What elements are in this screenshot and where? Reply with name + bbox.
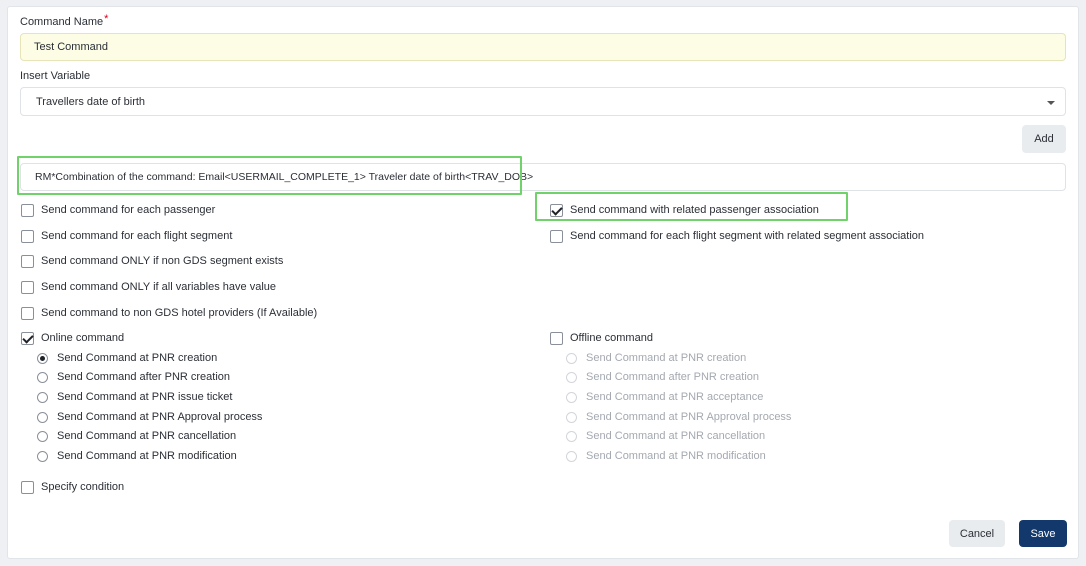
specify-condition-label: Specify condition	[41, 481, 125, 493]
offline-command-label: Offline command	[570, 332, 653, 344]
online-radio-label: Send Command at PNR cancellation	[57, 430, 237, 442]
cancel-button[interactable]: Cancel	[949, 520, 1005, 547]
left-option-checkbox[interactable]	[21, 280, 34, 294]
left-option-checkbox[interactable]	[21, 229, 34, 243]
offline-radio-button	[566, 371, 577, 383]
online-radio-button[interactable]	[37, 352, 48, 364]
left-option-4[interactable]: Send command ONLY if all variables have …	[21, 279, 276, 295]
online-radio-2[interactable]: Send Command after PNR creation	[37, 369, 230, 385]
offline-radio-label: Send Command at PNR acceptance	[586, 391, 764, 403]
left-option-5[interactable]: Send command to non GDS hotel providers …	[21, 305, 317, 321]
left-option-2[interactable]: Send command for each flight segment	[21, 228, 232, 244]
online-radio-1[interactable]: Send Command at PNR creation	[37, 350, 217, 366]
left-option-checkbox[interactable]	[21, 254, 34, 268]
online-radio-label: Send Command at PNR Approval process	[57, 411, 263, 423]
right-option-label: Send command for each flight segment wit…	[570, 230, 925, 242]
left-option-3[interactable]: Send command ONLY if non GDS segment exi…	[21, 253, 283, 269]
command-name-input[interactable]: Test Command	[20, 33, 1066, 61]
offline-radio-button	[566, 430, 577, 442]
online-command-checkbox[interactable]: Online command	[21, 330, 124, 346]
chevron-down-icon	[1047, 101, 1055, 105]
left-option-checkbox[interactable]	[21, 203, 34, 217]
online-radio-5[interactable]: Send Command at PNR cancellation	[37, 428, 236, 444]
specify-condition-checkbox[interactable]: Specify condition	[21, 479, 124, 495]
insert-variable-value: Travellers date of birth	[36, 95, 146, 108]
left-option-label: Send command for each passenger	[41, 204, 216, 216]
offline-radio-label: Send Command after PNR creation	[586, 371, 760, 383]
offline-radio-3: Send Command at PNR acceptance	[566, 389, 763, 405]
offline-radio-6: Send Command at PNR modification	[566, 448, 766, 464]
online-radio-button[interactable]	[37, 411, 48, 423]
left-option-checkbox[interactable]	[21, 306, 34, 320]
online-command-label: Online command	[41, 332, 125, 344]
command-text-value: RM*Combination of the command: Email<USE…	[35, 171, 534, 183]
offline-radio-label: Send Command at PNR Approval process	[586, 411, 792, 423]
online-radio-button[interactable]	[37, 450, 48, 462]
specify-condition-check[interactable]	[21, 480, 34, 494]
online-radio-label: Send Command after PNR creation	[57, 371, 231, 383]
offline-radio-1: Send Command at PNR creation	[566, 350, 746, 366]
online-radio-button[interactable]	[37, 371, 48, 383]
command-name-value: Test Command	[34, 41, 108, 53]
online-radio-label: Send Command at PNR modification	[57, 450, 237, 462]
offline-command-check[interactable]	[550, 331, 563, 345]
left-option-1[interactable]: Send command for each passenger	[21, 202, 215, 218]
command-text-input[interactable]: RM*Combination of the command: Email<USE…	[20, 163, 1066, 191]
offline-radio-5: Send Command at PNR cancellation	[566, 428, 765, 444]
right-option-label: Send command with related passenger asso…	[570, 204, 819, 216]
offline-radio-label: Send Command at PNR cancellation	[586, 430, 766, 442]
save-button[interactable]: Save	[1019, 520, 1067, 547]
left-option-label: Send command ONLY if non GDS segment exi…	[41, 255, 284, 267]
insert-variable-select[interactable]: Travellers date of birth	[20, 87, 1066, 116]
left-option-label: Send command for each flight segment	[41, 230, 233, 242]
offline-radio-label: Send Command at PNR modification	[586, 450, 766, 462]
online-command-check[interactable]	[21, 331, 34, 345]
offline-command-checkbox[interactable]: Offline command	[550, 330, 653, 346]
add-button[interactable]: Add	[1022, 125, 1066, 153]
right-option-2[interactable]: Send command for each flight segment wit…	[550, 228, 924, 244]
offline-radio-button	[566, 411, 577, 423]
command-name-label: Command Name*	[20, 13, 109, 28]
right-option-1[interactable]: Send command with related passenger asso…	[550, 202, 819, 218]
offline-radio-button	[566, 450, 577, 462]
online-radio-4[interactable]: Send Command at PNR Approval process	[37, 409, 262, 425]
required-mark: *	[104, 13, 109, 25]
offline-radio-button	[566, 391, 577, 403]
right-option-checkbox[interactable]	[550, 203, 563, 217]
online-radio-label: Send Command at PNR issue ticket	[57, 391, 233, 403]
left-option-label: Send command ONLY if all variables have …	[41, 281, 276, 293]
online-radio-6[interactable]: Send Command at PNR modification	[37, 448, 237, 464]
online-radio-button[interactable]	[37, 430, 48, 442]
right-option-checkbox[interactable]	[550, 229, 563, 243]
left-option-label: Send command to non GDS hotel providers …	[41, 307, 318, 319]
online-radio-button[interactable]	[37, 391, 48, 403]
offline-radio-4: Send Command at PNR Approval process	[566, 409, 791, 425]
online-radio-label: Send Command at PNR creation	[57, 352, 218, 364]
online-radio-3[interactable]: Send Command at PNR issue ticket	[37, 389, 232, 405]
offline-radio-2: Send Command after PNR creation	[566, 369, 759, 385]
command-form-card: Command Name* Test Command Insert Variab…	[7, 6, 1079, 559]
insert-variable-label: Insert Variable	[20, 70, 91, 82]
offline-radio-button	[566, 352, 577, 364]
command-name-label-text: Command Name	[20, 16, 104, 28]
offline-radio-label: Send Command at PNR creation	[586, 352, 747, 364]
